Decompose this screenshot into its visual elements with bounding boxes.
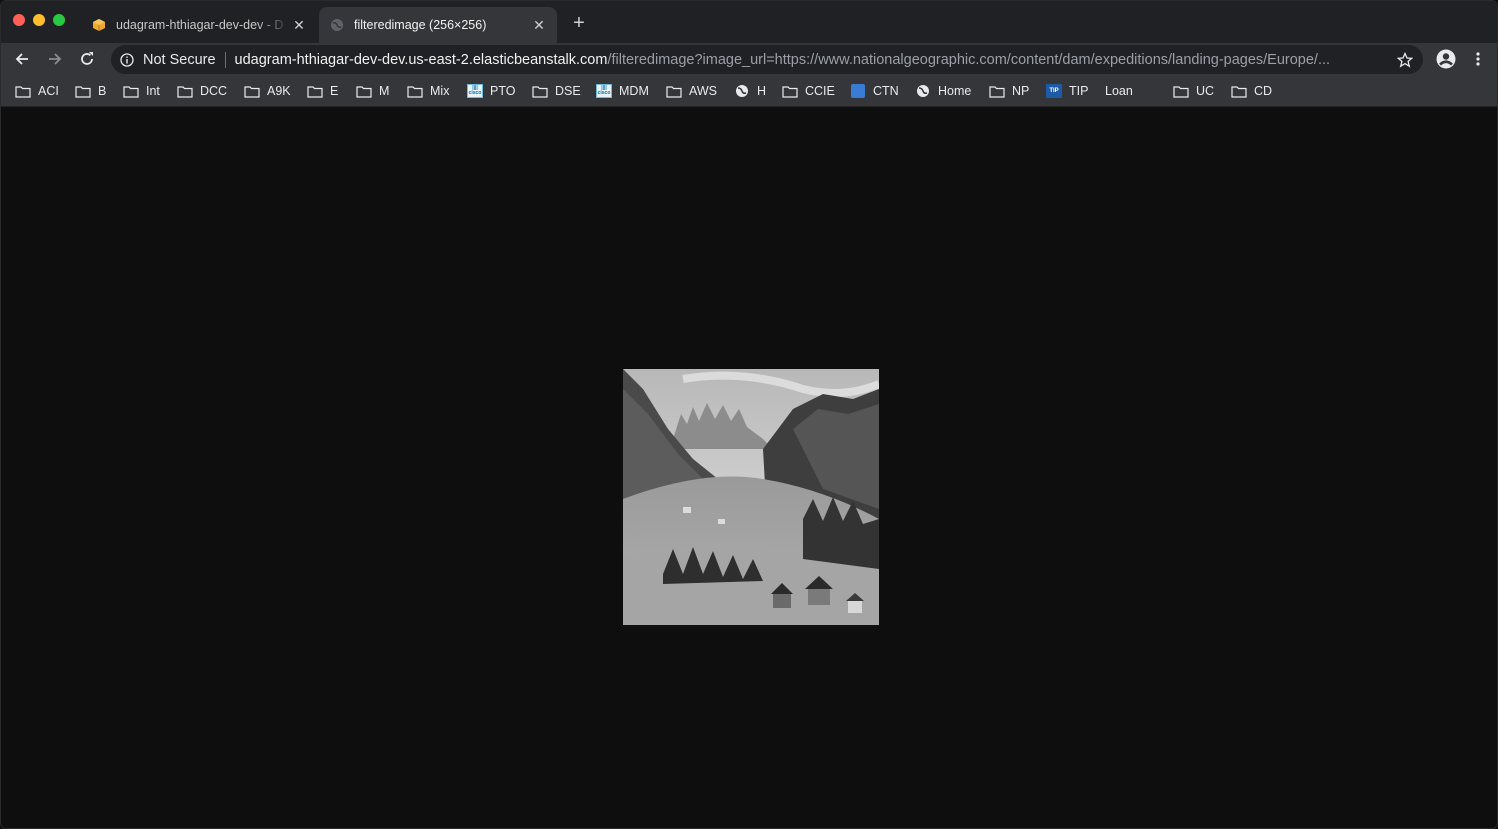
- tab-strip: udagram-hthiagar-dev-dev - D ✕ filteredi…: [1, 1, 1497, 43]
- bookmark-mdm[interactable]: |||| cisco MDM: [596, 82, 649, 100]
- new-tab-button[interactable]: +: [569, 13, 589, 33]
- bookmark-label: Home: [938, 84, 972, 98]
- bookmark-tip[interactable]: TIP TIP: [1046, 82, 1088, 100]
- bookmark-label: M: [379, 84, 390, 98]
- tip-icon: TIP: [1046, 84, 1062, 98]
- bookmark-ctn[interactable]: CTN: [850, 82, 899, 100]
- back-button[interactable]: [11, 48, 33, 70]
- forward-button[interactable]: [44, 48, 66, 70]
- close-tab-icon[interactable]: ✕: [291, 17, 307, 33]
- minimize-window-button[interactable]: [33, 14, 45, 26]
- bookmark-home[interactable]: Home: [915, 82, 971, 100]
- bookmark-label: CCIE: [805, 84, 835, 98]
- folder-icon: [123, 84, 139, 98]
- bookmark-uc[interactable]: UC: [1173, 82, 1214, 100]
- bookmark-label: Loan: [1105, 84, 1133, 98]
- folder-icon: [15, 84, 31, 98]
- bookmark-label: Int: [146, 84, 160, 98]
- bookmark-label: UC: [1196, 84, 1215, 98]
- folder-icon: [782, 84, 798, 98]
- globe-icon: [734, 84, 750, 98]
- close-window-button[interactable]: [13, 14, 25, 26]
- bookmark-np[interactable]: NP: [989, 82, 1029, 100]
- divider: [224, 51, 226, 68]
- bookmark-label: MDM: [619, 84, 649, 98]
- bookmark-aws[interactable]: AWS: [666, 82, 717, 100]
- bookmark-label: Mix: [430, 84, 450, 98]
- page-viewport: [1, 108, 1497, 828]
- profile-avatar-icon[interactable]: [1435, 48, 1457, 70]
- cisco-icon: |||| cisco: [596, 84, 612, 98]
- reload-icon: [81, 52, 93, 65]
- bookmark-label: E: [330, 84, 339, 98]
- cisco-icon: |||| cisco: [467, 84, 483, 98]
- maximize-window-button[interactable]: [53, 14, 65, 26]
- browser-window: udagram-hthiagar-dev-dev - D ✕ filteredi…: [0, 0, 1498, 829]
- toolbar: Not Secure udagram-hthiagar-dev-dev.us-e…: [1, 43, 1497, 75]
- tab-title: udagram-hthiagar-dev-dev - D: [116, 18, 284, 32]
- security-label[interactable]: Not Secure: [143, 52, 216, 68]
- bookmark-label: DCC: [200, 84, 228, 98]
- globe-icon: [329, 17, 345, 33]
- folder-icon: [666, 84, 682, 98]
- bookmark-star-icon[interactable]: [1395, 50, 1415, 70]
- bookmark-a9k[interactable]: A9K: [244, 82, 291, 100]
- bookmark-label: DSE: [555, 84, 581, 98]
- folder-icon: [244, 84, 260, 98]
- bookmark-int[interactable]: Int: [123, 82, 160, 100]
- folder-icon: [407, 84, 423, 98]
- bookmark-e[interactable]: E: [307, 82, 338, 100]
- bookmark-label: A9K: [267, 84, 291, 98]
- bookmark-label: ACI: [38, 84, 59, 98]
- tab-udagram[interactable]: udagram-hthiagar-dev-dev - D ✕: [81, 7, 317, 43]
- close-tab-icon[interactable]: ✕: [531, 17, 547, 33]
- kebab-menu-icon[interactable]: [1469, 48, 1487, 70]
- bookmark-b[interactable]: B: [75, 82, 106, 100]
- address-bar[interactable]: Not Secure udagram-hthiagar-dev-dev.us-e…: [111, 45, 1423, 74]
- bookmark-label: CTN: [873, 84, 899, 98]
- tab-filteredimage[interactable]: filteredimage (256×256) ✕: [319, 7, 557, 43]
- bookmark-label: B: [98, 84, 107, 98]
- bookmark-label: AWS: [689, 84, 718, 98]
- folder-icon: [989, 84, 1005, 98]
- ctn-icon: [850, 84, 866, 98]
- bookmark-h[interactable]: H: [734, 82, 766, 100]
- aws-box-icon: [91, 17, 107, 33]
- url-path: /filteredimage?image_url=https://www.nat…: [607, 51, 1331, 68]
- folder-icon: [532, 84, 548, 98]
- bookmark-label: H: [757, 84, 767, 98]
- reload-button[interactable]: [76, 48, 98, 70]
- url-host: udagram-hthiagar-dev-dev.us-east-2.elast…: [234, 51, 608, 68]
- bookmark-ccie[interactable]: CCIE: [782, 82, 835, 100]
- info-icon[interactable]: [119, 52, 135, 68]
- bookmark-label: PTO: [490, 84, 516, 98]
- globe-icon: [915, 84, 931, 98]
- bookmark-pto[interactable]: |||| cisco PTO: [467, 82, 515, 100]
- bookmark-loan[interactable]: Loan: [1105, 82, 1133, 100]
- folder-icon: [307, 84, 323, 98]
- bookmark-label: TIP: [1069, 84, 1089, 98]
- filtered-image: [623, 369, 879, 625]
- bookmarks-bar: ACI B Int DCC A9K E M Mix |||| cisco PTO DSE |||| cis…: [1, 75, 1497, 107]
- bookmark-cd[interactable]: CD: [1231, 82, 1272, 100]
- folder-icon: [75, 84, 91, 98]
- bookmark-label: NP: [1012, 84, 1030, 98]
- folder-icon: [1231, 84, 1247, 98]
- bookmark-aci[interactable]: ACI: [15, 82, 59, 100]
- tab-title: filteredimage (256×256): [354, 18, 487, 32]
- folder-icon: [1173, 84, 1189, 98]
- forward-arrow-icon: [49, 53, 62, 65]
- bookmark-dse[interactable]: DSE: [532, 82, 581, 100]
- bookmark-label: CD: [1254, 84, 1273, 98]
- bookmark-m[interactable]: M: [356, 82, 389, 100]
- bookmark-dcc[interactable]: DCC: [177, 82, 227, 100]
- folder-icon: [356, 84, 372, 98]
- bookmark-mix[interactable]: Mix: [407, 82, 449, 100]
- folder-icon: [177, 84, 193, 98]
- back-arrow-icon: [15, 53, 28, 65]
